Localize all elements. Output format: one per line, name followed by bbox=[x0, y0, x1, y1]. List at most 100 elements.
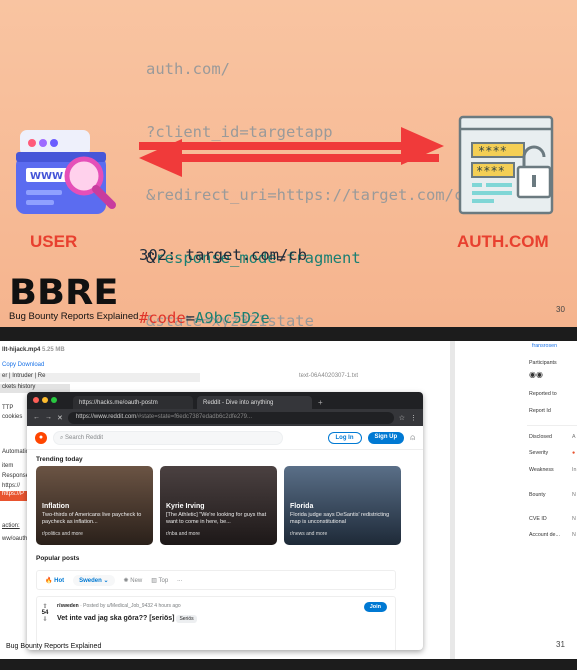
post-meta: r/sweden · Posted by u/Medical_Job_9432 … bbox=[57, 603, 181, 609]
attachment-size: 5.25 MB bbox=[42, 347, 65, 353]
response-arrow-icon bbox=[139, 139, 444, 177]
severity-label: Severity bbox=[529, 450, 549, 456]
downvote-icon[interactable]: ⇩ bbox=[41, 616, 49, 623]
report-id-label: Report Id bbox=[529, 408, 551, 414]
post-flair: Seriös bbox=[176, 615, 197, 623]
card-title: Kyrie Irving bbox=[166, 503, 205, 510]
sort-hot[interactable]: 🔥 Hot bbox=[45, 577, 64, 584]
card-description: Two-thirds of Americans live paycheck to… bbox=[42, 512, 142, 525]
more-options[interactable]: ... bbox=[177, 577, 182, 583]
tab-bar: https://hacks.me/oauth-postm Reddit - Di… bbox=[27, 392, 423, 409]
forward-icon[interactable]: → bbox=[45, 414, 52, 421]
slide-31: llt-hijack.mp4 5.25 MB Copy Download er … bbox=[0, 341, 577, 659]
reported-to-label: Reported to bbox=[529, 391, 557, 397]
bottom-bar bbox=[0, 659, 577, 670]
window-controls[interactable] bbox=[33, 397, 57, 403]
back-icon[interactable]: ← bbox=[33, 414, 40, 421]
reporter-name[interactable]: fransrosen bbox=[532, 343, 557, 349]
svg-text:****: **** bbox=[478, 144, 507, 158]
card-subreddit: r/nba and more bbox=[166, 531, 200, 537]
svg-text:****: **** bbox=[476, 164, 505, 178]
request-line-host: auth.com/ bbox=[146, 60, 230, 78]
left-label: TTP bbox=[2, 405, 14, 411]
sort-top[interactable]: ▥ Top bbox=[151, 577, 168, 584]
user-label: USER bbox=[30, 232, 78, 251]
burp-menu[interactable]: er | Intruder | Re bbox=[0, 373, 200, 382]
login-button[interactable]: Log In bbox=[327, 431, 362, 444]
sort-new[interactable]: ✺ New bbox=[124, 577, 143, 584]
copy-download-links[interactable]: Copy Download bbox=[2, 362, 44, 368]
upvote-icon[interactable]: ⇧ bbox=[41, 603, 49, 610]
cve-value: N bbox=[572, 516, 576, 522]
chrome-browser-window: https://hacks.me/oauth-postm Reddit - Di… bbox=[27, 392, 423, 650]
left-label: item bbox=[2, 463, 14, 469]
search-input[interactable]: ⌕ Search Reddit bbox=[53, 430, 283, 445]
card-title: Florida bbox=[290, 503, 314, 510]
left-label: Response bbox=[2, 473, 30, 479]
response-line-status: 302: target.com/cb bbox=[139, 246, 307, 264]
bounty-value: N bbox=[572, 492, 576, 498]
left-label: https:// bbox=[2, 483, 21, 489]
auth-server-lock-icon: **** **** bbox=[458, 115, 558, 215]
close-icon[interactable]: ✕ bbox=[57, 414, 63, 422]
left-label-highlight: https://P bbox=[0, 491, 27, 501]
weakness-value: In bbox=[572, 467, 577, 473]
region-select[interactable]: Sweden ⌄ bbox=[73, 574, 115, 586]
weakness-label: Weakness bbox=[529, 467, 554, 473]
card-title: Inflation bbox=[42, 503, 70, 510]
slide-separator bbox=[0, 327, 577, 341]
url-input[interactable]: https://www.reddit.com/#state=state=f6ed… bbox=[67, 411, 394, 424]
cve-label: CVE ID bbox=[529, 516, 547, 522]
response-line-code: #code=A9bc5D2e bbox=[139, 309, 270, 327]
account-details-value: N bbox=[572, 532, 576, 538]
reddit-logo-icon[interactable]: ● bbox=[35, 431, 47, 444]
sort-bar: 🔥 Hot Sweden ⌄ ✺ New ▥ Top ... bbox=[36, 570, 396, 590]
report-screenshot: llt-hijack.mp4 5.25 MB Copy Download er … bbox=[0, 341, 450, 659]
logo-text: BBRE bbox=[9, 273, 119, 313]
bbre-logo: BBRE Bug Bounty Reports Explained bbox=[9, 276, 138, 323]
redirect-response: 302: target.com/cb #code=A9bc5D2e &state… bbox=[139, 203, 307, 327]
post-card[interactable]: ⇧ 54 ⇩ r/sweden · Posted by u/Medical_Jo… bbox=[36, 596, 396, 650]
left-label: cookies bbox=[2, 414, 23, 420]
trending-card[interactable]: Florida Florida judge says DeSantis' red… bbox=[284, 466, 401, 545]
maximize-icon[interactable] bbox=[51, 397, 57, 403]
right-file-name: text-06A4020307-1.txt bbox=[299, 373, 359, 379]
menu-icon[interactable]: ⋮ bbox=[410, 414, 417, 422]
trending-cards: Inflation Two-thirds of Americans live p… bbox=[36, 466, 401, 545]
popular-posts-title: Popular posts bbox=[36, 555, 80, 562]
signup-button[interactable]: Sign Up bbox=[367, 431, 405, 444]
card-subreddit: r/news and more bbox=[290, 531, 328, 537]
reddit-header: ● ⌕ Search Reddit Log In Sign Up ⍝ bbox=[27, 426, 423, 450]
trending-card[interactable]: Inflation Two-thirds of Americans live p… bbox=[36, 466, 153, 545]
post-title[interactable]: Vet inte vad jag ska göra?? [seriös] Ser… bbox=[57, 615, 197, 623]
participant-avatars[interactable]: ◉◉ bbox=[529, 370, 543, 379]
report-sidebar: fransrosen Participants ◉◉ Reported to R… bbox=[455, 341, 577, 659]
slide-30: auth.com/ ?client_id=targetapp &redirect… bbox=[0, 0, 577, 327]
star-icon[interactable]: ☆ bbox=[399, 414, 405, 422]
trending-title: Trending today bbox=[36, 456, 83, 463]
logo-tagline: Bug Bounty Reports Explained bbox=[6, 643, 102, 650]
close-icon[interactable] bbox=[33, 397, 39, 403]
tab-reddit[interactable]: Reddit - Dive into anything bbox=[197, 396, 312, 409]
tab-hacks[interactable]: https://hacks.me/oauth-postm bbox=[73, 396, 193, 409]
minimize-icon[interactable] bbox=[42, 397, 48, 403]
join-button[interactable]: Join bbox=[363, 602, 387, 612]
participants-label: Participants bbox=[529, 360, 557, 366]
svg-text:WWW: WWW bbox=[30, 171, 63, 182]
page-number: 30 bbox=[556, 305, 565, 314]
disclosed-value: A bbox=[572, 434, 576, 440]
disclosed-label: Disclosed bbox=[529, 434, 552, 440]
attachment-filename: llt-hijack.mp4 bbox=[2, 347, 41, 353]
new-tab-icon[interactable]: + bbox=[312, 398, 323, 409]
card-description: Florida judge says DeSantis' redistricti… bbox=[290, 512, 390, 525]
address-bar-row: ← → ✕ https://www.reddit.com/#state=stat… bbox=[27, 409, 423, 426]
trending-card[interactable]: Kyrie Irving [The Athletic] "We're looki… bbox=[160, 466, 277, 545]
bounty-label: Bounty bbox=[529, 492, 546, 498]
account-details-label: Account de... bbox=[529, 532, 560, 538]
card-subreddit: r/politics and more bbox=[42, 531, 83, 537]
severity-badge: ● bbox=[572, 450, 576, 456]
browser-search-icon: WWW bbox=[10, 110, 130, 220]
left-label: action: bbox=[2, 523, 20, 529]
user-menu-icon[interactable]: ⍝ bbox=[410, 433, 415, 443]
auth-server-label: AUTH.COM bbox=[457, 232, 549, 251]
